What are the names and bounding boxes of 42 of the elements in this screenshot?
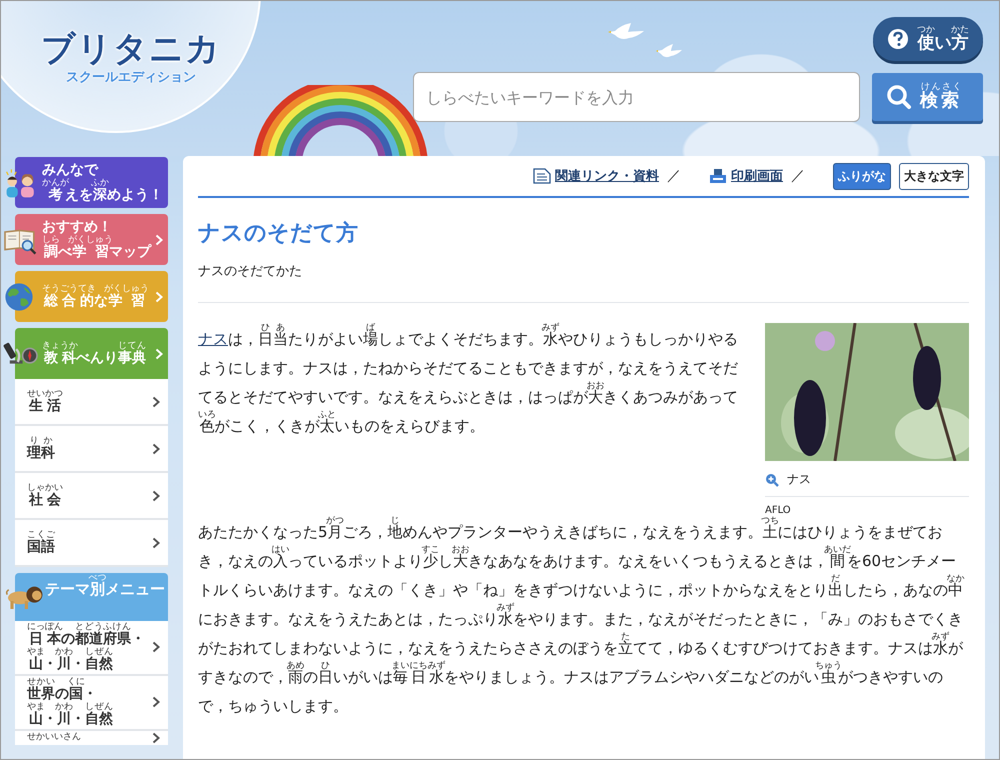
toolbar-link[interactable]: 印刷画面	[709, 167, 783, 185]
chevron-icon	[155, 290, 163, 302]
logo-subtitle: スクールエディション	[66, 69, 196, 86]
search-icon	[886, 84, 912, 110]
paragraph: ナスは，日 ひ 当 あ たりがよい場 ば しょでよくそだちます。水 みず やひりょうもしっかりやるようにします。ナスは，たねからそだてることもできますが，なえをうえてそだてるとそだてやすいです。なえをえらぶときは，はっぱが大 おお きくあつみがあって 色 いろ がこく，くきが太 ふと いものをえらびます。	[198, 323, 739, 437]
help-button[interactable]: 使 つか い方 かた	[873, 17, 983, 61]
chevron-icon	[152, 641, 160, 654]
article-title: ナスのそだて方	[198, 220, 359, 248]
chevron-icon	[152, 442, 160, 454]
menu-item[interactable]: 国語 こくご	[15, 520, 168, 567]
photo-credit: AFLO	[765, 505, 792, 516]
menu-item[interactable]: 世界 せかい の国 くに ・ 山 やま ・川 かわ ・自然 しぜん	[15, 676, 168, 731]
menu-item[interactable]: せかいいさん	[15, 730, 168, 745]
toggle-button[interactable]: ふりがな	[833, 162, 891, 190]
menu-item[interactable]: 理科 りか	[15, 426, 168, 473]
chevron-icon	[152, 536, 160, 548]
logo-title: ブリタニカ	[41, 32, 221, 68]
menu-banner[interactable]: みんなで 考 かんが えを深 ふか めよう！	[15, 157, 168, 208]
search-button[interactable]: 検 けん 索 さく	[872, 73, 983, 121]
photo-caption: ナス	[787, 471, 811, 488]
globe-icon	[3, 280, 35, 312]
chevron-icon	[155, 234, 163, 246]
chevron-icon	[152, 732, 160, 744]
chevron-icon	[152, 696, 160, 708]
article-subtitle: ナスのそだてかた	[198, 262, 969, 303]
chevron-icon	[152, 490, 160, 502]
slash-separator: ／	[791, 167, 805, 185]
menu-item[interactable]: 生活 せいかつ	[15, 379, 168, 426]
menu-item[interactable]: 社会 しゃかい	[15, 473, 168, 520]
paragraph: あたたかくなった5月 がつ ごろ，地 じ めんやプランターやうえきばちに，なえをうえます。土 つち にはひりょうをまぜておき，なえの入 はい っているポットより 少 すこ し大 おお きなあなをあけます。なえをいくつもうえるときは，間 あいだ を60センチメートルくらいあけます。なえの「くき」や「ね」をきずつけないように，ポットからなえをとり 出 だ したら，あなの中 なか におきます。なえをうえたあとは，たっぷり 水 みず をやります。また，なえがそだったときに，「み」のおもさでくきがたおれてしまわないように，なえをうえたらささえのぼうを立 た てて，ゆるくむすびつけておきます。ナスは水 みず がすきなので，雨 あめ の日 ひ いがいは毎 まい 日 にち 水 みず をやりましょう。ナスはアブラムシやハダニなどのがい虫 ちゅう がつきやすいので，ちゅういします。	[198, 516, 966, 717]
chevron-icon	[155, 348, 163, 360]
chevron-icon	[152, 396, 160, 408]
printer-icon	[709, 168, 727, 184]
help-icon	[887, 28, 909, 50]
menu-heading: テーマ別 べつ メニュー	[15, 573, 168, 621]
slash-separator: ／	[667, 167, 681, 185]
term-link[interactable]: ナス	[198, 330, 228, 348]
menu-item[interactable]: 日本 にっぽん の都道府県 とどうふけん ・ 山 やま ・川 かわ ・自然 しぜん	[15, 621, 168, 676]
zoom-in-icon[interactable]	[765, 472, 779, 486]
document-icon	[533, 168, 551, 184]
toggle-button[interactable]: 大きな文字	[899, 162, 969, 190]
search-field[interactable]: しらべたいキーワードを入力	[413, 72, 860, 122]
